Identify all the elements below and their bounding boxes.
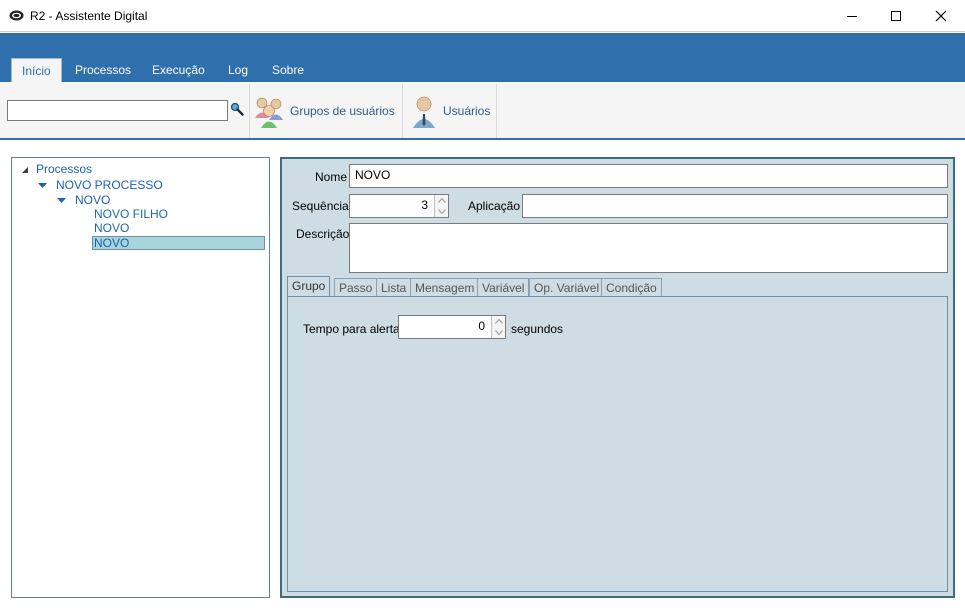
title-bar: R2 - Assistente Digital xyxy=(0,0,965,32)
chevron-down-icon[interactable] xyxy=(57,198,66,204)
search-input[interactable] xyxy=(7,100,228,121)
tab-passo[interactable]: Passo xyxy=(334,278,378,296)
chevron-down-icon xyxy=(438,209,446,215)
users-button-label: Usuários xyxy=(443,104,491,118)
chevron-up-icon xyxy=(438,197,446,203)
chevron-up-icon xyxy=(495,318,503,324)
aplicacao-field[interactable] xyxy=(522,194,948,218)
minimize-button[interactable] xyxy=(829,0,875,32)
close-icon xyxy=(935,10,947,22)
tab-condicao[interactable]: Condição xyxy=(601,278,662,296)
segundos-label: segundos xyxy=(511,322,564,336)
tab-lista[interactable]: Lista xyxy=(376,278,412,296)
sequencia-up-button[interactable] xyxy=(434,195,448,206)
tab-variavel[interactable]: Variável xyxy=(477,278,530,296)
descricao-label: Descrição xyxy=(296,227,350,241)
ribbon-toolbar: Grupos de usuários Usuários xyxy=(0,82,965,140)
tree-node-novo[interactable]: NOVO xyxy=(75,193,110,207)
ribbon-separator xyxy=(402,84,403,138)
tab-grupo[interactable]: Grupo xyxy=(287,276,331,297)
nome-label: Nome xyxy=(315,170,348,184)
minimize-icon xyxy=(847,16,857,17)
aplicacao-label: Aplicação xyxy=(468,199,521,213)
tab-processos[interactable]: Processos xyxy=(65,58,141,82)
ribbon-separator xyxy=(249,84,250,138)
maximize-icon xyxy=(891,11,901,21)
tab-inicio[interactable]: Início xyxy=(11,58,62,82)
nome-field[interactable]: NOVO xyxy=(349,164,948,188)
tab-op-variavel[interactable]: Op. Variável xyxy=(529,278,605,296)
tempo-up-button[interactable] xyxy=(491,316,505,327)
chevron-down-icon[interactable] xyxy=(38,183,47,189)
tree-node-novo-selected[interactable]: NOVO xyxy=(92,236,265,250)
close-button[interactable] xyxy=(918,0,964,32)
tab-execucao[interactable]: Execução xyxy=(142,58,215,82)
expanded-arrow-icon[interactable] xyxy=(21,166,29,174)
tab-sobre[interactable]: Sobre xyxy=(262,58,314,82)
user-icon xyxy=(413,96,435,128)
groups-button[interactable]: Grupos de usuários xyxy=(252,92,400,132)
sequencia-down-button[interactable] xyxy=(434,206,448,217)
tab-mensagem[interactable]: Mensagem xyxy=(410,278,480,296)
tempo-alerta-stepper[interactable]: 0 xyxy=(398,315,506,339)
descricao-field[interactable] xyxy=(349,223,948,273)
tempo-alerta-label: Tempo para alerta xyxy=(303,322,400,336)
magnifier-icon[interactable] xyxy=(230,102,244,116)
tempo-down-button[interactable] xyxy=(491,327,505,338)
maximize-button[interactable] xyxy=(873,0,919,32)
app-logo-icon xyxy=(9,10,24,21)
users-button[interactable]: Usuários xyxy=(410,92,494,132)
groups-button-label: Grupos de usuários xyxy=(290,104,395,118)
window-title: R2 - Assistente Digital xyxy=(30,9,148,23)
grupo-tab-page: Tempo para alerta 0 segundos xyxy=(287,296,948,592)
ribbon-separator xyxy=(496,84,497,138)
sequencia-label: Sequência xyxy=(292,199,349,213)
tab-log[interactable]: Log xyxy=(218,58,258,82)
process-tree[interactable]: Processos NOVO PROCESSO NOVO NOVO FILHO … xyxy=(11,157,270,598)
tree-node-novo-processo[interactable]: NOVO PROCESSO xyxy=(56,178,163,192)
chevron-down-icon xyxy=(495,330,503,336)
details-panel: Nome NOVO Sequência 3 Aplicação Descriçã… xyxy=(280,157,955,598)
tree-node-novo[interactable]: NOVO xyxy=(94,221,129,235)
tree-node-root[interactable]: Processos xyxy=(36,162,92,176)
users-group-icon xyxy=(255,97,283,128)
tree-node-novo-filho[interactable]: NOVO FILHO xyxy=(94,207,168,221)
